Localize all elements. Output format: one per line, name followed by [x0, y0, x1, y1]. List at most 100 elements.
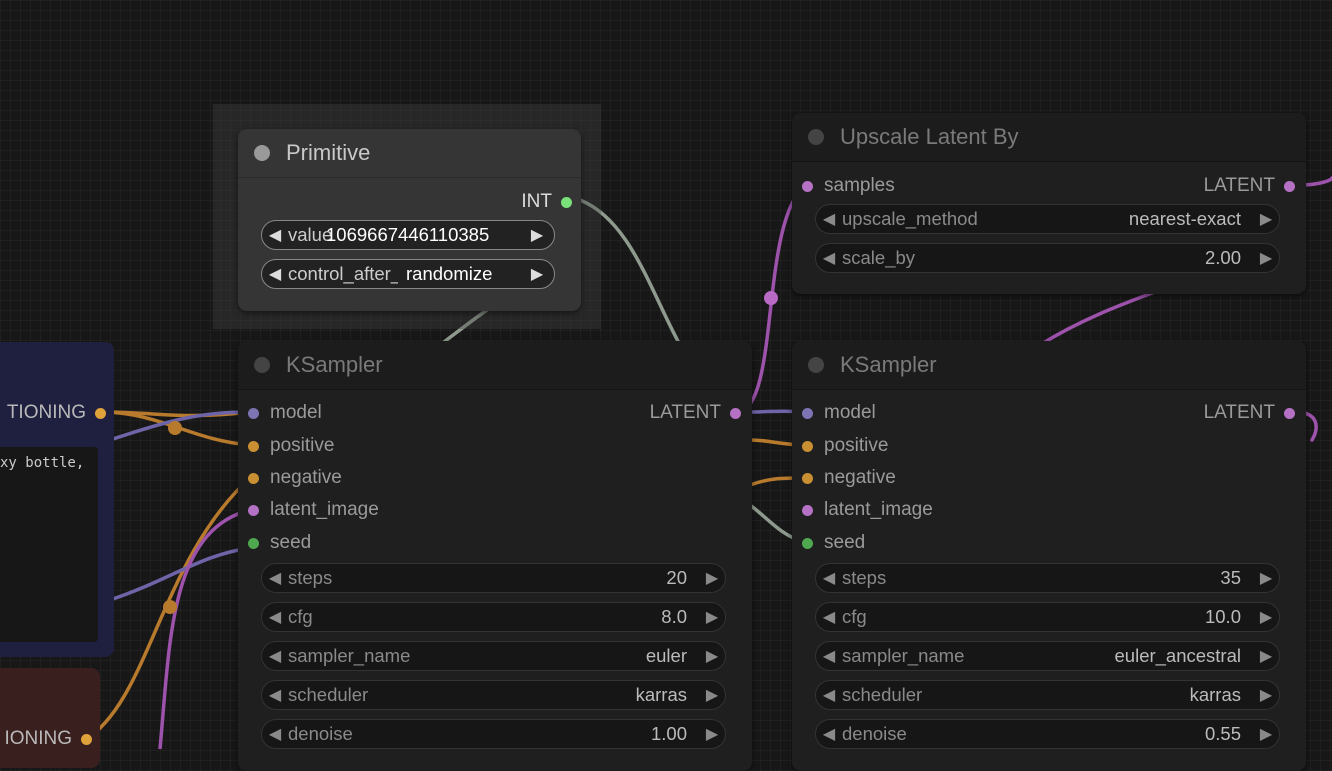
output-slot-dot[interactable] — [561, 196, 572, 208]
increment-arrow-icon[interactable]: ▶ — [1253, 248, 1279, 268]
widget-value[interactable]: karras — [1190, 684, 1241, 706]
node-title-bar[interactable]: KSampler — [238, 341, 752, 390]
previous-option-arrow-icon[interactable]: ◀ — [816, 685, 842, 705]
increment-arrow-icon[interactable]: ▶ — [699, 568, 725, 588]
input-slot-dot[interactable] — [248, 537, 259, 549]
denoise-widget[interactable]: ◀ denoise 0.55 ▶ — [815, 719, 1280, 749]
clip-text-encode-node-positive[interactable]: TIONING xy bottle, — [0, 342, 114, 657]
output-slot-dot[interactable] — [1284, 407, 1295, 419]
next-option-arrow-icon[interactable]: ▶ — [524, 264, 550, 284]
previous-option-arrow-icon[interactable]: ◀ — [816, 646, 842, 666]
increment-arrow-icon[interactable]: ▶ — [1253, 724, 1279, 744]
prompt-textarea[interactable]: xy bottle, — [0, 447, 98, 642]
sampler-name-widget[interactable]: ◀ sampler_name euler_ancestral ▶ — [815, 641, 1280, 671]
input-slot-dot[interactable] — [802, 407, 813, 419]
next-option-arrow-icon[interactable]: ▶ — [699, 685, 725, 705]
next-option-arrow-icon[interactable]: ▶ — [1253, 209, 1279, 229]
node-input-positive[interactable]: positive — [248, 435, 334, 457]
widget-value[interactable]: nearest-exact — [1129, 208, 1241, 230]
node-output-conditioning[interactable]: IONING — [4, 728, 92, 750]
previous-option-arrow-icon[interactable]: ◀ — [262, 646, 288, 666]
node-input-latent-image[interactable]: latent_image — [248, 499, 379, 521]
widget-value[interactable]: 20 — [666, 567, 687, 589]
value-widget[interactable]: ◀ value 1069667446110385 ▶ — [261, 220, 555, 250]
input-slot-dot[interactable] — [802, 440, 813, 452]
next-option-arrow-icon[interactable]: ▶ — [1253, 646, 1279, 666]
next-option-arrow-icon[interactable]: ▶ — [699, 646, 725, 666]
node-output-latent[interactable]: LATENT — [1204, 402, 1295, 424]
previous-option-arrow-icon[interactable]: ◀ — [262, 264, 288, 284]
decrement-arrow-icon[interactable]: ◀ — [816, 607, 842, 627]
widget-value[interactable]: 8.0 — [661, 606, 687, 628]
node-title-bar[interactable]: KSampler — [792, 341, 1306, 390]
increment-arrow-icon[interactable]: ▶ — [699, 607, 725, 627]
collapse-toggle-icon[interactable] — [808, 129, 824, 145]
input-slot-dot[interactable] — [248, 407, 259, 419]
input-slot-dot[interactable] — [248, 504, 259, 516]
link-latent[interactable] — [158, 508, 252, 749]
decrement-arrow-icon[interactable]: ◀ — [816, 568, 842, 588]
ksampler-node[interactable]: KSampler model positive negative latent_… — [792, 341, 1306, 771]
node-input-negative[interactable]: negative — [802, 467, 896, 489]
sampler-name-widget[interactable]: ◀ sampler_name euler ▶ — [261, 641, 726, 671]
denoise-widget[interactable]: ◀ denoise 1.00 ▶ — [261, 719, 726, 749]
decrement-arrow-icon[interactable]: ◀ — [816, 724, 842, 744]
output-slot-dot[interactable] — [81, 733, 92, 745]
widget-value[interactable]: 2.00 — [1205, 247, 1241, 269]
node-input-samples[interactable]: samples — [802, 175, 895, 197]
steps-widget[interactable]: ◀ steps 35 ▶ — [815, 563, 1280, 593]
reroute-dot[interactable] — [168, 421, 182, 435]
node-input-model[interactable]: model — [248, 402, 322, 424]
steps-widget[interactable]: ◀ steps 20 ▶ — [261, 563, 726, 593]
node-input-negative[interactable]: negative — [248, 467, 342, 489]
reroute-dot[interactable] — [163, 600, 177, 614]
input-slot-dot[interactable] — [248, 472, 259, 484]
collapse-toggle-icon[interactable] — [254, 357, 270, 373]
widget-value[interactable]: 1069667446110385 — [326, 224, 489, 246]
control-after-generate-widget[interactable]: ◀ control_after_generate randomize ▶ — [261, 259, 555, 289]
widget-value[interactable]: 1.00 — [651, 723, 687, 745]
input-slot-dot[interactable] — [802, 504, 813, 516]
upscale-latent-by-node[interactable]: Upscale Latent By samples LATENT ◀ upsca… — [792, 113, 1306, 294]
node-input-latent-image[interactable]: latent_image — [802, 499, 933, 521]
widget-value[interactable]: 35 — [1220, 567, 1241, 589]
input-slot-dot[interactable] — [802, 537, 813, 549]
widget-value[interactable]: euler_ancestral — [1115, 645, 1242, 667]
output-slot-dot[interactable] — [730, 407, 741, 419]
node-title-bar[interactable]: Upscale Latent By — [792, 113, 1306, 162]
increment-arrow-icon[interactable]: ▶ — [1253, 607, 1279, 627]
previous-option-arrow-icon[interactable]: ◀ — [262, 685, 288, 705]
next-option-arrow-icon[interactable]: ▶ — [1253, 685, 1279, 705]
widget-value[interactable]: euler — [646, 645, 687, 667]
output-slot-dot[interactable] — [95, 407, 106, 419]
decrement-arrow-icon[interactable]: ◀ — [262, 607, 288, 627]
scale-by-widget[interactable]: ◀ scale_by 2.00 ▶ — [815, 243, 1280, 273]
increment-arrow-icon[interactable]: ▶ — [1253, 568, 1279, 588]
cfg-widget[interactable]: ◀ cfg 10.0 ▶ — [815, 602, 1280, 632]
upscale-method-widget[interactable]: ◀ upscale_method nearest-exact ▶ — [815, 204, 1280, 234]
primitive-node[interactable]: Primitive INT ◀ value 1069667446110385 ▶… — [238, 129, 581, 311]
input-slot-dot[interactable] — [802, 180, 813, 192]
collapse-toggle-icon[interactable] — [254, 145, 270, 161]
increment-arrow-icon[interactable]: ▶ — [699, 724, 725, 744]
widget-value[interactable]: 10.0 — [1205, 606, 1241, 628]
node-output-conditioning[interactable]: TIONING — [7, 402, 106, 424]
collapse-toggle-icon[interactable] — [808, 357, 824, 373]
clip-text-encode-node-negative[interactable]: IONING — [0, 668, 100, 768]
input-slot-dot[interactable] — [248, 440, 259, 452]
node-output-latent[interactable]: LATENT — [1204, 175, 1295, 197]
node-input-seed[interactable]: seed — [802, 532, 865, 554]
scheduler-widget[interactable]: ◀ scheduler karras ▶ — [815, 680, 1280, 710]
cfg-widget[interactable]: ◀ cfg 8.0 ▶ — [261, 602, 726, 632]
node-title-bar[interactable]: Primitive — [238, 129, 581, 178]
previous-option-arrow-icon[interactable]: ◀ — [816, 209, 842, 229]
decrement-arrow-icon[interactable]: ◀ — [262, 724, 288, 744]
node-output-latent[interactable]: LATENT — [650, 402, 741, 424]
increment-arrow-icon[interactable]: ▶ — [524, 225, 550, 245]
widget-value[interactable]: karras — [636, 684, 687, 706]
decrement-arrow-icon[interactable]: ◀ — [816, 248, 842, 268]
ksampler-node[interactable]: KSampler model positive negative latent_… — [238, 341, 752, 771]
reroute-dot[interactable] — [764, 291, 778, 305]
node-input-seed[interactable]: seed — [248, 532, 311, 554]
output-slot-dot[interactable] — [1284, 180, 1295, 192]
